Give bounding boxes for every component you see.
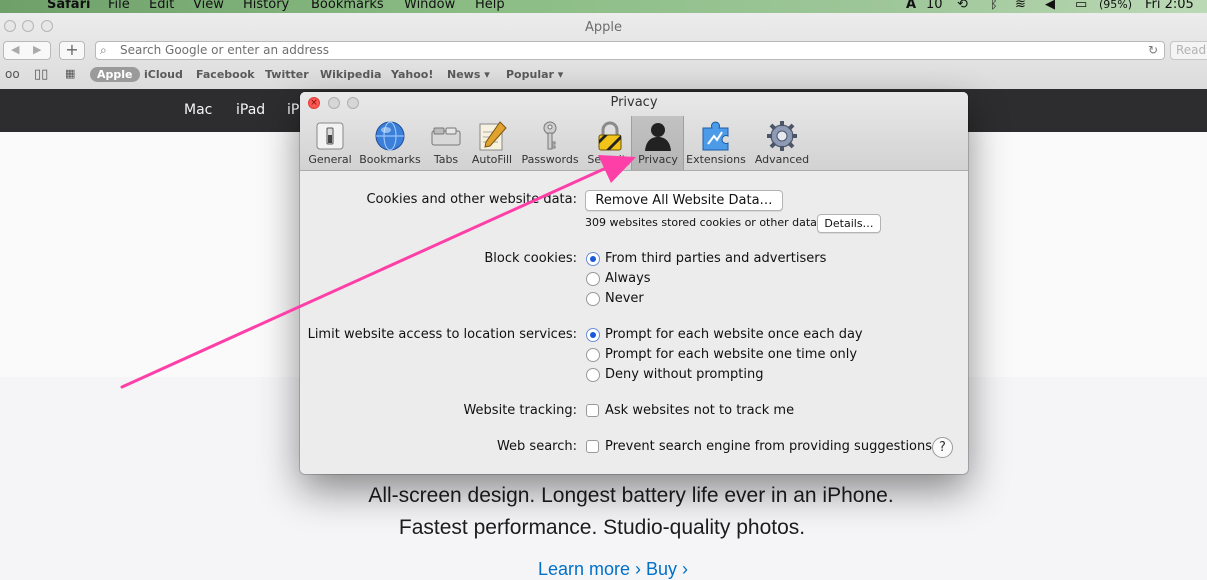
- annotation-arrow: [120, 155, 636, 389]
